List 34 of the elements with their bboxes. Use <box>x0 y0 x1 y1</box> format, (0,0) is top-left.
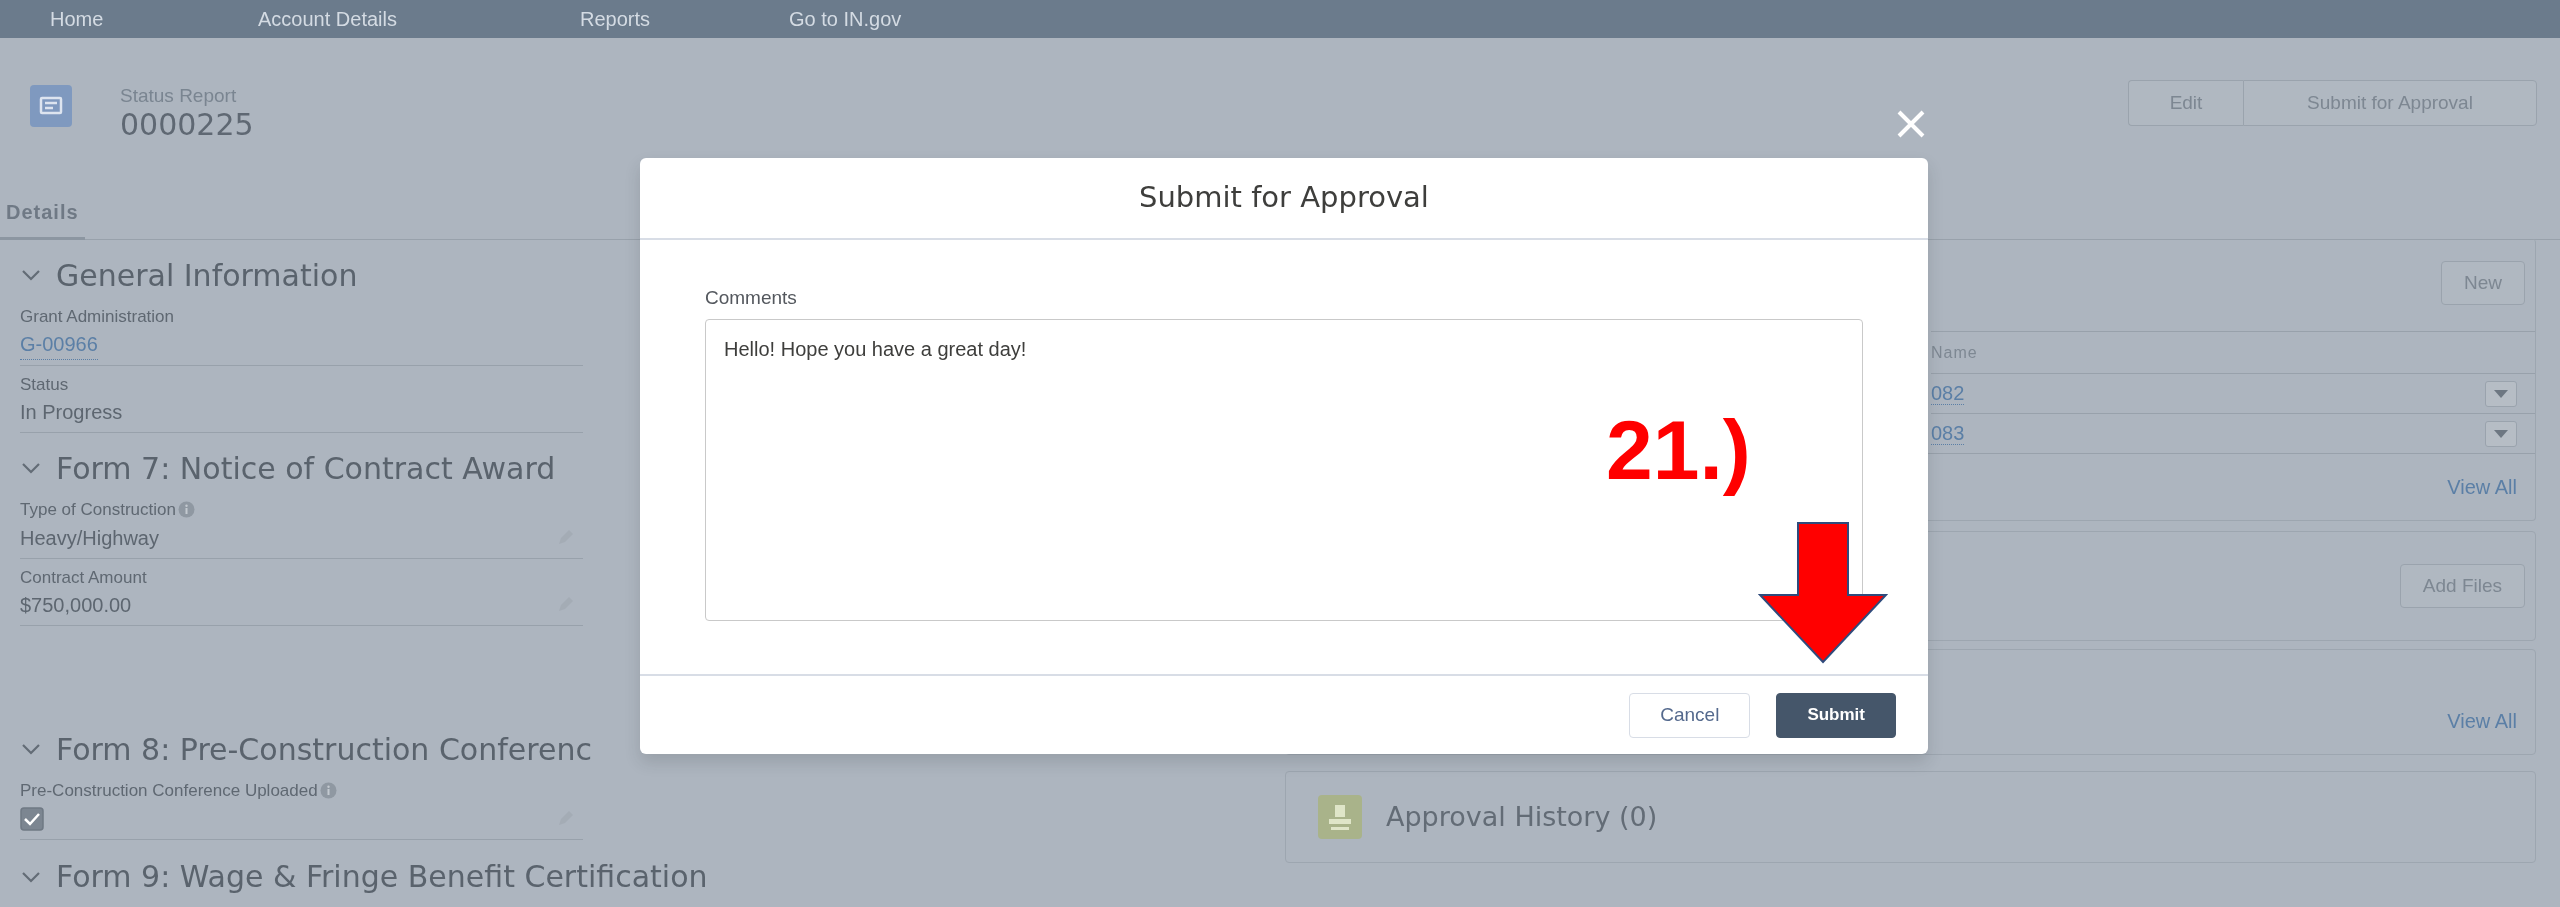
nav-link[interactable]: Reports <box>580 4 651 34</box>
modal-title: Submit for Approval <box>1139 179 1429 217</box>
nav-link[interactable]: Account Details <box>258 4 397 34</box>
dropdown-button[interactable] <box>2485 380 2517 407</box>
section-header[interactable]: Form 8: Pre-Construction Conferenc <box>20 726 592 772</box>
field-label: Grant Administration <box>20 306 174 328</box>
field-label: Pre-Construction Conference Uploaded <box>20 780 318 802</box>
card-title: Approval History (0) <box>1386 799 1658 834</box>
view-all-link[interactable]: View All <box>2447 706 2517 736</box>
cancel-button[interactable]: Cancel <box>1629 692 1751 738</box>
caret-icon <box>2494 429 2508 438</box>
field-label: Contract Amount <box>20 566 147 589</box>
field-value: $750,000.00 <box>20 593 132 618</box>
record-number: 0000225 <box>120 106 254 144</box>
field-value: Heavy/Highway <box>20 525 159 551</box>
caret-icon <box>2494 389 2508 398</box>
stamp-icon <box>1318 795 1362 839</box>
field-link[interactable]: G-00966 <box>20 329 98 360</box>
details-tab[interactable]: Details <box>0 197 85 240</box>
section-header[interactable]: Form 9: Wage & Fringe Benefit Certification <box>20 853 708 900</box>
nav-link[interactable]: Home <box>50 4 104 34</box>
record-link[interactable]: 083 <box>1931 422 1965 445</box>
record-link[interactable]: 082 <box>1931 382 1965 405</box>
view-all-link[interactable]: View All <box>2447 471 2517 502</box>
section-header[interactable]: General Information <box>20 252 358 298</box>
field-label: Comments <box>705 286 798 310</box>
record-icon <box>30 85 72 127</box>
field-label: Type of Construction <box>20 499 176 521</box>
section-header[interactable]: Form 7: Notice of Contract Award <box>20 445 556 491</box>
field-value: In Progress <box>20 400 123 425</box>
submit-button[interactable]: Submit <box>1776 692 1896 738</box>
field-label: Status <box>20 373 69 396</box>
dropdown-button[interactable] <box>2485 420 2517 447</box>
nav-link[interactable]: Go to IN.gov <box>789 4 902 34</box>
